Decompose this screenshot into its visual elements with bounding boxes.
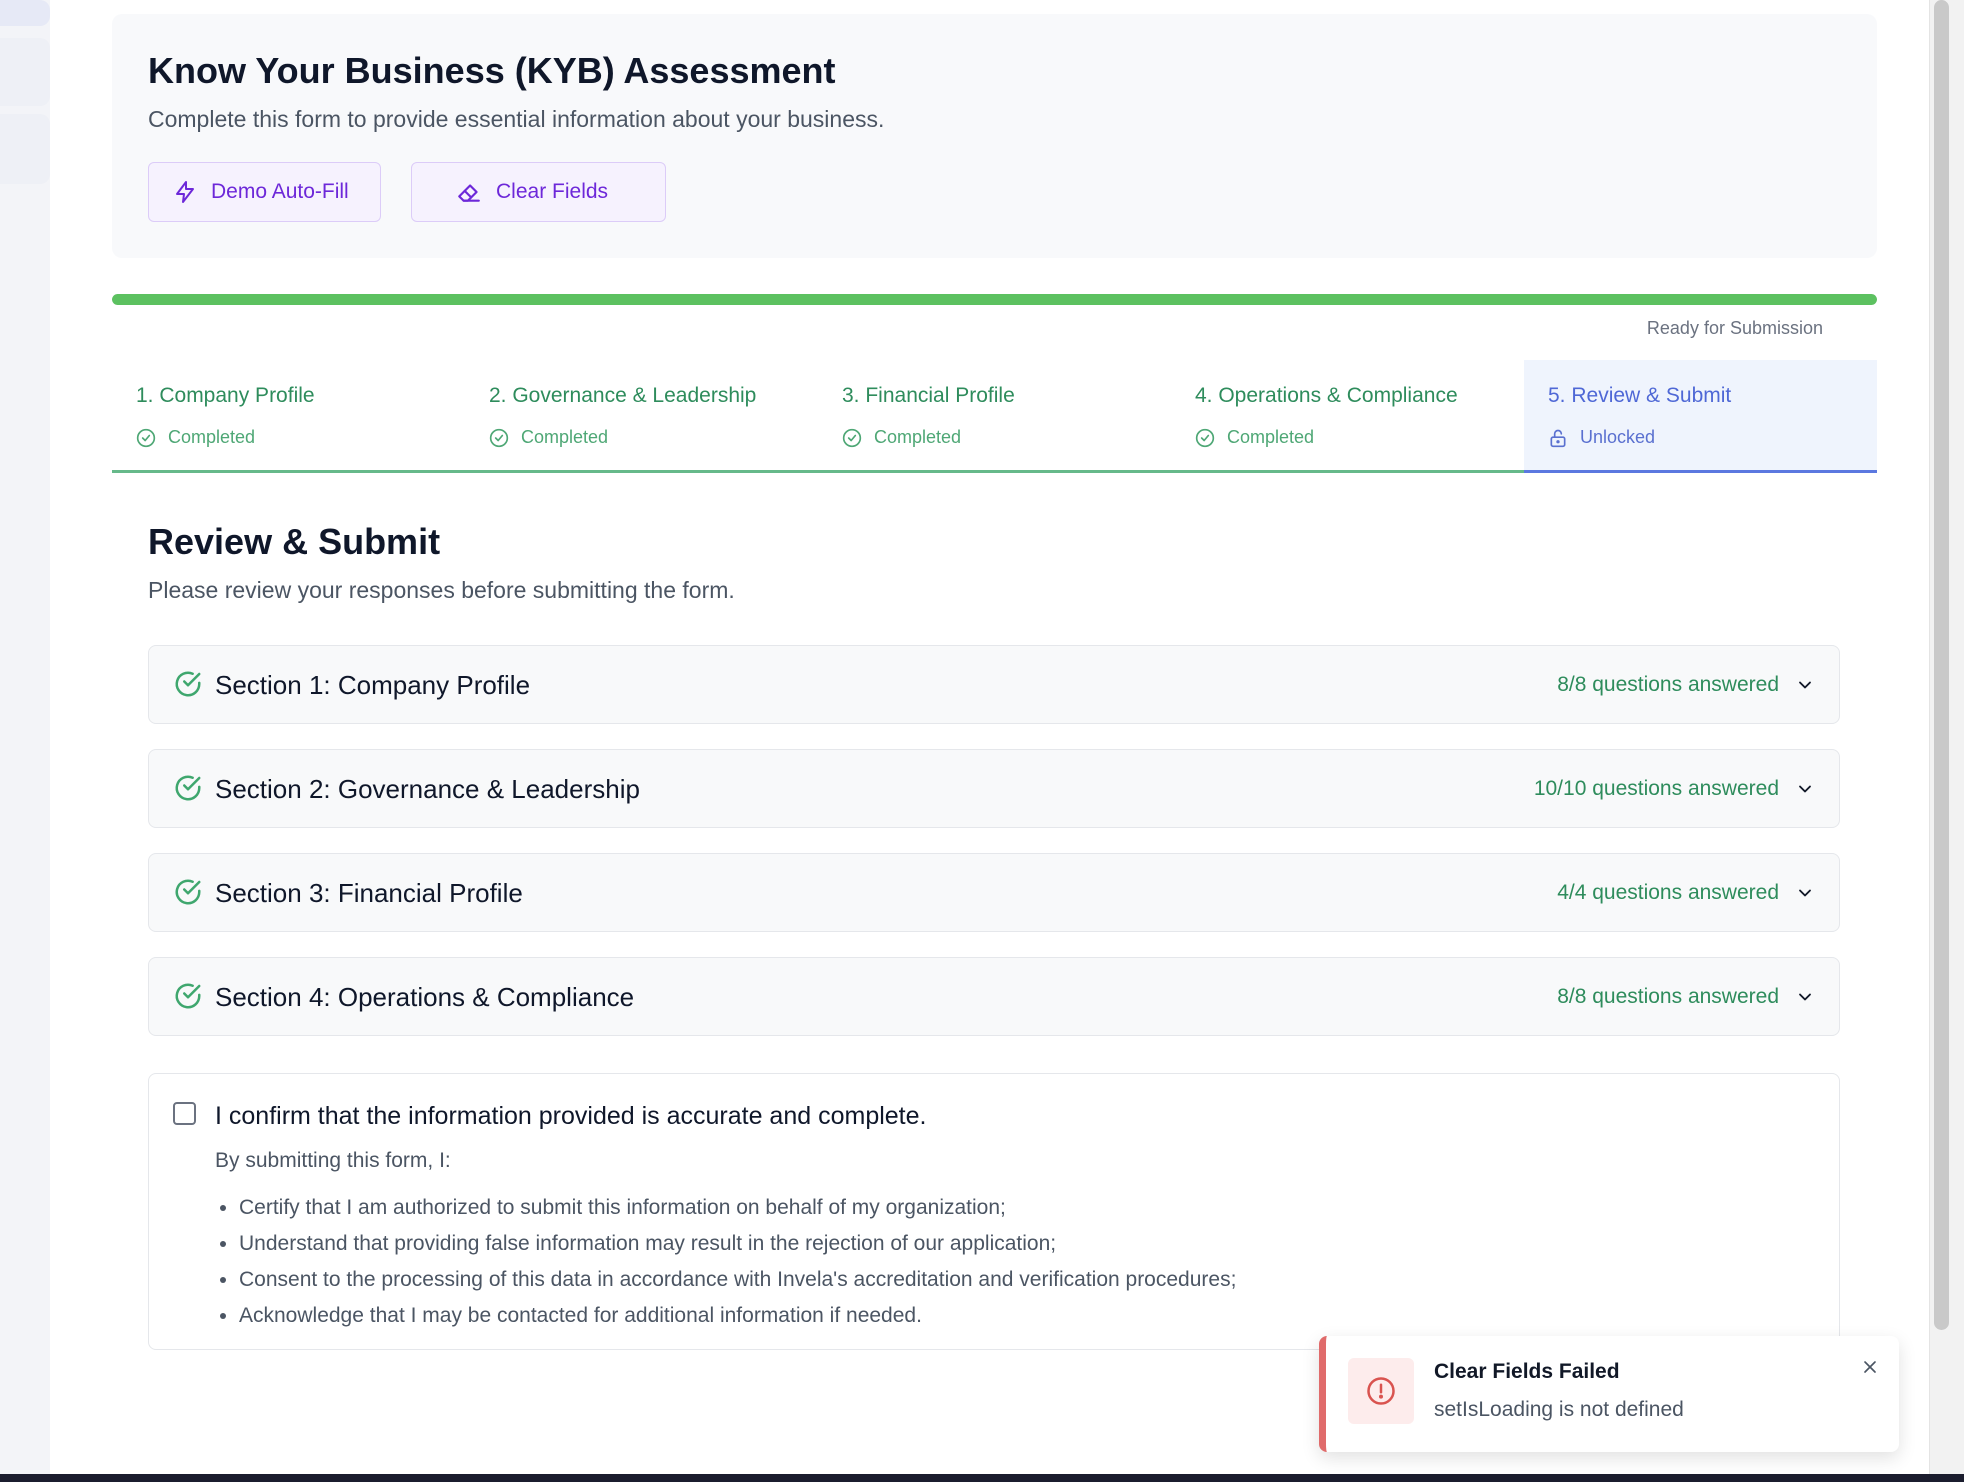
review-title: Review & Submit bbox=[148, 521, 441, 562]
step-status-text: Completed bbox=[874, 427, 962, 447]
chevron-down-icon bbox=[1799, 785, 1811, 793]
chevron-down-icon bbox=[1799, 889, 1811, 897]
tab-company-profile[interactable]: 1. Company Profile Completed bbox=[112, 360, 465, 470]
check-circle-icon bbox=[842, 428, 862, 447]
check-circle-icon bbox=[175, 775, 201, 801]
confirm-checkbox[interactable] bbox=[173, 1102, 196, 1125]
bottom-edge bbox=[0, 1474, 1964, 1482]
step-label: 5. Review & Submit bbox=[1548, 384, 1732, 407]
list-item: Consent to the processing of this data i… bbox=[239, 1262, 1236, 1298]
chevron-down-icon bbox=[1799, 993, 1811, 1001]
list-item: Understand that providing false informat… bbox=[239, 1226, 1236, 1262]
confirmation-card: I confirm that the information provided … bbox=[148, 1073, 1840, 1350]
step-status-text: Unlocked bbox=[1580, 427, 1656, 447]
section-title: Section 3: Financial Profile bbox=[215, 878, 523, 908]
step-label: 3. Financial Profile bbox=[842, 384, 1015, 407]
section-answered-count: 10/10 questions answered bbox=[1533, 777, 1779, 800]
check-circle-icon bbox=[136, 428, 156, 447]
step-status: Unlocked bbox=[1548, 427, 1655, 448]
tab-financial-profile[interactable]: 3. Financial Profile Completed bbox=[818, 360, 1171, 470]
lightning-icon bbox=[176, 181, 194, 203]
chevron-down-icon bbox=[1799, 681, 1811, 689]
tab-governance-leadership[interactable]: 2. Governance & Leadership Completed bbox=[465, 360, 818, 470]
tab-review-submit[interactable]: 5. Review & Submit Unlocked bbox=[1524, 360, 1877, 473]
section-title: Section 4: Operations & Compliance bbox=[215, 982, 635, 1012]
page-title: Know Your Business (KYB) Assessment bbox=[148, 50, 836, 91]
check-circle-icon bbox=[175, 879, 201, 905]
sidebar-item[interactable] bbox=[0, 38, 50, 106]
step-tabs: 1. Company Profile Completed 2. Governan… bbox=[112, 360, 1877, 473]
section-title: Section 1: Company Profile bbox=[215, 670, 531, 700]
alert-circle-icon bbox=[1367, 1377, 1395, 1405]
sidebar-item[interactable] bbox=[0, 0, 50, 26]
error-toast: Clear Fields Failed setIsLoading is not … bbox=[1319, 1336, 1899, 1452]
section-accordion-operations-compliance[interactable]: Section 4: Operations & Compliance 8/8 q… bbox=[148, 957, 1840, 1036]
clear-fields-label: Clear Fields bbox=[496, 180, 609, 203]
step-label: 4. Operations & Compliance bbox=[1195, 384, 1458, 407]
section-title: Section 2: Governance & Leadership bbox=[215, 774, 640, 804]
section-answered-count: 8/8 questions answered bbox=[1557, 985, 1779, 1008]
clear-fields-button[interactable]: Clear Fields bbox=[411, 162, 666, 222]
progress-fill bbox=[112, 294, 1877, 305]
check-circle-icon bbox=[489, 428, 509, 447]
scrollbar-thumb[interactable] bbox=[1934, 0, 1949, 1330]
confirm-label[interactable]: I confirm that the information provided … bbox=[215, 1102, 926, 1131]
sidebar-rail bbox=[0, 0, 51, 1482]
step-status-text: Completed bbox=[168, 427, 256, 447]
step-status: Completed bbox=[489, 427, 608, 448]
tab-operations-compliance[interactable]: 4. Operations & Compliance Completed bbox=[1171, 360, 1524, 470]
confirm-intro: By submitting this form, I: bbox=[215, 1149, 451, 1172]
step-label: 1. Company Profile bbox=[136, 384, 315, 407]
step-status-text: Completed bbox=[521, 427, 609, 447]
section-answered-count: 8/8 questions answered bbox=[1557, 673, 1779, 696]
toast-message: setIsLoading is not defined bbox=[1434, 1398, 1684, 1421]
progress-status: Ready for Submission bbox=[1646, 318, 1823, 338]
check-circle-icon bbox=[1195, 428, 1215, 447]
list-item: Acknowledge that I may be contacted for … bbox=[239, 1298, 1236, 1334]
progress-bar bbox=[112, 294, 1877, 305]
review-subtitle: Please review your responses before subm… bbox=[148, 577, 735, 603]
unlock-icon bbox=[1550, 429, 1566, 447]
section-accordion-company-profile[interactable]: Section 1: Company Profile 8/8 questions… bbox=[148, 645, 1840, 724]
list-item: Certify that I am authorized to submit t… bbox=[239, 1190, 1236, 1226]
step-status-text: Completed bbox=[1227, 427, 1315, 447]
step-status: Completed bbox=[136, 427, 255, 448]
check-circle-icon bbox=[175, 671, 201, 697]
section-answered-count: 4/4 questions answered bbox=[1557, 881, 1779, 904]
step-status: Completed bbox=[842, 427, 961, 448]
step-label: 2. Governance & Leadership bbox=[489, 384, 757, 407]
section-accordion-financial-profile[interactable]: Section 3: Financial Profile 4/4 questio… bbox=[148, 853, 1840, 932]
check-circle-icon bbox=[175, 983, 201, 1009]
demo-autofill-label: Demo Auto-Fill bbox=[211, 180, 349, 203]
toast-close-button[interactable] bbox=[1857, 1354, 1883, 1380]
confirm-terms-list: Certify that I am authorized to submit t… bbox=[215, 1190, 1236, 1334]
close-icon bbox=[1864, 1361, 1876, 1373]
toast-title: Clear Fields Failed bbox=[1434, 1360, 1620, 1383]
step-status: Completed bbox=[1195, 427, 1314, 448]
toast-icon-box bbox=[1348, 1358, 1414, 1424]
demo-autofill-button[interactable]: Demo Auto-Fill bbox=[148, 162, 381, 222]
sidebar-item[interactable] bbox=[0, 114, 50, 184]
page-subtitle: Complete this form to provide essential … bbox=[148, 106, 885, 132]
eraser-icon bbox=[458, 184, 480, 202]
section-accordion-governance-leadership[interactable]: Section 2: Governance & Leadership 10/10… bbox=[148, 749, 1840, 828]
